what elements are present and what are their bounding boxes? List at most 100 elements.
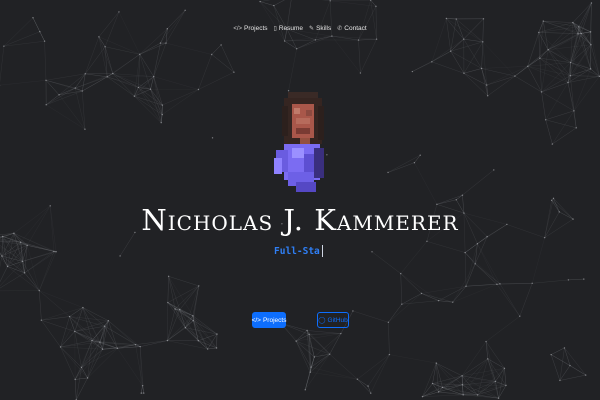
network-line <box>539 58 542 92</box>
network-line <box>0 46 5 83</box>
network-line <box>162 89 199 115</box>
network-node <box>431 382 434 385</box>
network-node <box>352 310 354 312</box>
network-node <box>499 283 501 285</box>
network-node <box>99 341 101 343</box>
network-line <box>481 68 515 77</box>
network-node <box>463 38 465 40</box>
network-node <box>259 0 261 3</box>
network-node <box>59 346 62 348</box>
network-line <box>273 0 285 6</box>
network-node <box>455 18 457 20</box>
network-line <box>27 245 57 252</box>
network-node <box>139 53 141 56</box>
network-node <box>233 71 235 73</box>
network-node <box>493 169 495 171</box>
network-line <box>414 162 438 205</box>
network-node <box>81 90 83 92</box>
network-line <box>69 307 84 317</box>
network-node <box>388 353 391 356</box>
typing-cursor <box>321 245 323 257</box>
nav-link-skills[interactable]: ✎ Skills <box>309 25 331 32</box>
network-line <box>295 340 315 358</box>
network-line <box>41 320 61 348</box>
network-node <box>139 345 141 348</box>
network-node <box>98 36 100 38</box>
network-node <box>137 86 140 89</box>
network-line <box>107 76 135 97</box>
network-node <box>485 340 487 343</box>
network-line <box>527 66 542 93</box>
network-line <box>198 340 208 350</box>
network-line <box>39 290 70 317</box>
network-node <box>309 371 311 373</box>
network-node <box>55 251 57 253</box>
avatar <box>274 92 324 192</box>
network-node <box>43 40 46 42</box>
network-line <box>198 54 212 90</box>
network-line <box>45 80 60 95</box>
network-line <box>541 75 571 93</box>
network-line <box>105 46 140 55</box>
network-node <box>563 347 566 349</box>
network-line <box>465 263 476 287</box>
network-node <box>184 9 186 12</box>
network-line <box>485 316 520 342</box>
network-line <box>20 241 57 252</box>
network-line <box>22 261 40 291</box>
network-line <box>153 76 163 106</box>
network-node <box>101 348 104 350</box>
network-line <box>310 353 330 368</box>
network-line <box>462 384 507 386</box>
github-icon: ◯ <box>318 317 326 324</box>
network-line <box>463 39 482 69</box>
network-node <box>329 0 331 2</box>
network-node <box>308 333 310 336</box>
network-line <box>414 155 421 163</box>
network-line <box>141 385 143 394</box>
network-node <box>527 65 529 67</box>
network-node <box>426 240 428 243</box>
network-line <box>548 33 579 50</box>
network-node <box>310 366 312 368</box>
network-line <box>315 35 332 41</box>
nav-link-contact[interactable]: ✆ Contact <box>337 25 366 32</box>
network-node <box>119 255 121 257</box>
network-node <box>306 329 308 332</box>
network-line <box>532 237 545 284</box>
network-line <box>305 367 312 390</box>
network-line <box>112 73 139 88</box>
network-node <box>441 386 444 389</box>
network-node <box>449 50 452 52</box>
nav-link-projects[interactable]: </> Projects <box>233 25 267 32</box>
network-node <box>465 285 467 287</box>
network-node <box>486 95 489 97</box>
network-node <box>153 75 155 78</box>
network-line <box>477 385 507 396</box>
projects-button[interactable]: </> Projects <box>252 312 286 328</box>
network-line <box>60 346 76 380</box>
network-node <box>74 378 76 381</box>
network-line <box>442 384 463 388</box>
github-button[interactable]: ◯ GitHub <box>317 312 349 328</box>
code-icon: </> <box>251 316 261 324</box>
network-node <box>21 260 24 263</box>
network-line <box>527 62 571 67</box>
network-line <box>75 73 86 89</box>
network-node <box>107 320 110 322</box>
network-node <box>487 358 489 360</box>
network-line <box>573 76 600 111</box>
network-line <box>139 54 151 90</box>
network-node <box>1 255 3 257</box>
network-node <box>45 104 47 106</box>
network-node <box>461 375 463 377</box>
network-node <box>552 197 555 200</box>
nav-link-resume[interactable]: ▯ Resume <box>274 25 304 32</box>
network-line <box>27 245 40 291</box>
network-node <box>184 327 187 329</box>
network-line <box>75 377 88 380</box>
network-node <box>590 2 593 4</box>
network-line <box>322 0 331 1</box>
network-line <box>307 330 341 334</box>
network-line <box>207 347 217 350</box>
